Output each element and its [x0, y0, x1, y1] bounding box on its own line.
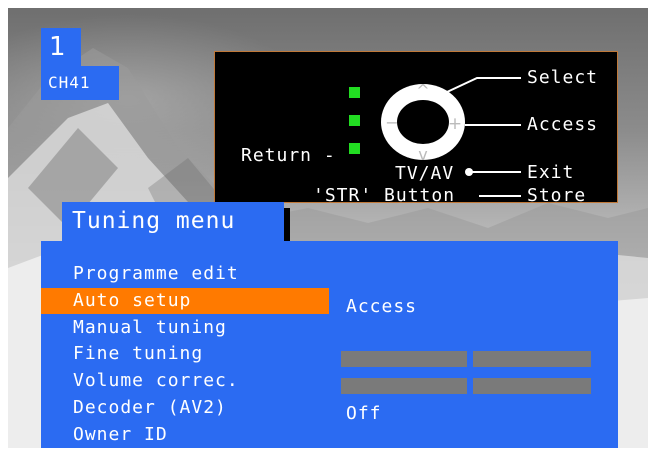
help-str-label: 'STR' Button	[313, 185, 456, 206]
channel-name: CH41	[41, 66, 119, 100]
svg-text:+: +	[448, 114, 462, 134]
menu-item-label: Fine tuning	[73, 343, 204, 364]
volume-correction-bar-right[interactable]	[473, 378, 591, 394]
programme-number: 1	[41, 28, 81, 66]
menu-item-decoder-av2[interactable]: Decoder (AV2)	[41, 395, 329, 421]
menu-item-manual-tuning[interactable]: Manual tuning	[41, 315, 329, 341]
menu-item-label: Manual tuning	[73, 317, 227, 338]
green-button-icon	[349, 143, 360, 154]
help-return-label: Return -	[241, 145, 336, 166]
help-select-label: Select	[527, 67, 599, 88]
svg-text:v: v	[418, 145, 427, 164]
svg-text:^: ^	[416, 81, 429, 100]
menu-item-fine-tuning[interactable]: Fine tuning	[41, 341, 329, 367]
menu-item-volume-correction[interactable]: Volume correc.	[41, 368, 329, 394]
menu-title-box: Tuning menu	[62, 202, 284, 244]
decoder-value: Off	[346, 403, 382, 424]
help-exit-label: Exit	[527, 162, 575, 183]
fine-tuning-bar-right[interactable]	[473, 351, 591, 367]
green-button-icon	[349, 115, 360, 126]
tuning-menu-panel: Programme edit Auto setup Manual tuning …	[41, 241, 618, 448]
menu-item-label: Volume correc.	[73, 370, 239, 391]
menu-item-auto-setup[interactable]: Auto setup	[41, 288, 329, 314]
help-access-label: Access	[527, 114, 599, 135]
remote-help-panel: ^ v − + Select Access Return - TV/AV Exi…	[214, 51, 618, 206]
menu-item-label: Programme edit	[73, 263, 239, 284]
fine-tuning-bar-left[interactable]	[341, 351, 467, 367]
tv-screen: 1 CH41 ^ v − + Select Access Return - TV…	[8, 8, 648, 448]
navigation-ring-icon: ^ v − +	[381, 81, 465, 164]
menu-item-label: Auto setup	[73, 290, 192, 311]
green-button-icon	[349, 87, 360, 98]
menu-item-label: Decoder (AV2)	[73, 397, 227, 418]
menu-title: Tuning menu	[72, 208, 236, 234]
menu-item-label: Owner ID	[73, 424, 168, 445]
menu-item-programme-edit[interactable]: Programme edit	[41, 261, 329, 287]
menu-item-owner-id[interactable]: Owner ID	[41, 422, 329, 448]
svg-text:−: −	[385, 113, 398, 132]
help-tvav-label: TV/AV	[395, 163, 455, 184]
auto-setup-value: Access	[346, 296, 418, 317]
volume-correction-bar-left[interactable]	[341, 378, 467, 394]
help-store-label: Store	[527, 185, 587, 206]
